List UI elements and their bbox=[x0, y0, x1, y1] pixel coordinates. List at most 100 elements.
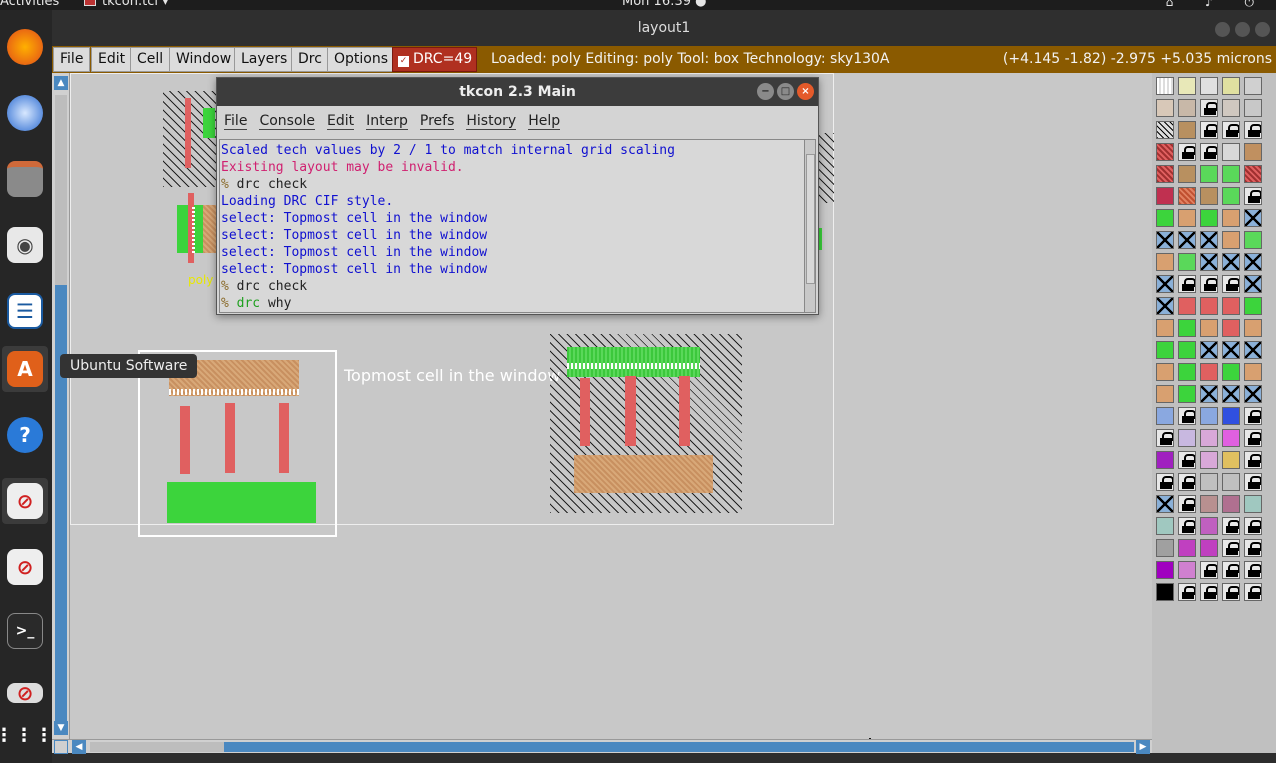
layer-swatch[interactable] bbox=[1200, 165, 1218, 183]
layer-swatch[interactable] bbox=[1156, 143, 1174, 161]
files-launcher[interactable] bbox=[2, 156, 48, 202]
layer-swatch[interactable] bbox=[1244, 143, 1262, 161]
layer-swatch[interactable] bbox=[1156, 297, 1174, 315]
horizontal-scrollbar[interactable]: ◀ ▶ bbox=[52, 739, 1152, 754]
layer-swatch[interactable] bbox=[1156, 495, 1174, 513]
layer-swatch[interactable] bbox=[1156, 209, 1174, 227]
layer-swatch[interactable] bbox=[1244, 473, 1262, 491]
scroll-left-arrow-icon[interactable]: ◀ bbox=[72, 740, 86, 754]
layer-swatch[interactable] bbox=[1244, 385, 1262, 403]
layer-swatch[interactable] bbox=[1178, 363, 1196, 381]
tkcon-menu-prefs[interactable]: Prefs bbox=[419, 114, 455, 130]
layer-swatch[interactable] bbox=[1200, 143, 1218, 161]
scroll-right-arrow-icon[interactable]: ▶ bbox=[1136, 740, 1150, 754]
layer-swatch[interactable] bbox=[1222, 187, 1240, 205]
zoom-box-icon[interactable] bbox=[54, 740, 68, 754]
poly-gate[interactable] bbox=[580, 378, 590, 446]
scroll-down-arrow-icon[interactable]: ▼ bbox=[54, 721, 68, 735]
close-button[interactable] bbox=[1255, 22, 1270, 37]
layer-swatch[interactable] bbox=[1156, 253, 1174, 271]
layer-swatch[interactable] bbox=[1200, 495, 1218, 513]
layer-swatch[interactable] bbox=[1156, 539, 1174, 557]
layer-swatch[interactable] bbox=[1244, 297, 1262, 315]
layer-swatch[interactable] bbox=[1244, 495, 1262, 513]
minimize-button[interactable] bbox=[1215, 22, 1230, 37]
layer-swatch[interactable] bbox=[1200, 429, 1218, 447]
layer-swatch[interactable] bbox=[1222, 429, 1240, 447]
layer-swatch[interactable] bbox=[1156, 231, 1174, 249]
app-menu[interactable]: tkcon.tcl ▾ bbox=[102, 0, 169, 9]
layer-swatch[interactable] bbox=[1178, 209, 1196, 227]
layer-swatch[interactable] bbox=[1222, 363, 1240, 381]
drc-count-toggle[interactable]: ✓ DRC=49 bbox=[392, 47, 478, 72]
layer-swatch[interactable] bbox=[1222, 253, 1240, 271]
poly-gate[interactable] bbox=[180, 406, 190, 474]
poly-gate[interactable] bbox=[225, 403, 235, 473]
scroll-up-arrow-icon[interactable]: ▲ bbox=[54, 76, 68, 90]
layer-swatch[interactable] bbox=[1244, 341, 1262, 359]
layer-swatch[interactable] bbox=[1244, 187, 1262, 205]
layer-swatch[interactable] bbox=[1222, 407, 1240, 425]
layer-swatch[interactable] bbox=[1200, 517, 1218, 535]
tkcon-menu-edit[interactable]: Edit bbox=[327, 114, 355, 130]
layer-swatch[interactable] bbox=[1156, 121, 1174, 139]
contact-row[interactable] bbox=[567, 363, 700, 369]
layer-swatch[interactable] bbox=[1244, 561, 1262, 579]
layer-swatch[interactable] bbox=[1222, 209, 1240, 227]
activities-button[interactable]: Activities bbox=[0, 0, 59, 9]
layer-swatch[interactable] bbox=[1178, 429, 1196, 447]
layer-swatch[interactable] bbox=[1200, 319, 1218, 337]
tkcon-menu-file[interactable]: File bbox=[224, 114, 248, 130]
scroll-thumb[interactable] bbox=[55, 285, 67, 725]
contact[interactable] bbox=[192, 205, 195, 253]
layer-swatch[interactable] bbox=[1178, 539, 1196, 557]
layer-swatch[interactable] bbox=[1156, 517, 1174, 535]
layer-swatch[interactable] bbox=[1178, 407, 1196, 425]
layer-swatch[interactable] bbox=[1222, 385, 1240, 403]
thunderbird-launcher[interactable] bbox=[2, 90, 48, 136]
layer-swatch[interactable] bbox=[1222, 297, 1240, 315]
layer-swatch[interactable] bbox=[1178, 583, 1196, 601]
poly-gate[interactable] bbox=[185, 98, 191, 168]
app-launcher-1[interactable]: ⊘ bbox=[2, 478, 48, 524]
menu-file[interactable]: File bbox=[53, 47, 91, 72]
layer-swatch[interactable] bbox=[1244, 121, 1262, 139]
layer-swatch[interactable] bbox=[1178, 341, 1196, 359]
layer-swatch[interactable] bbox=[1222, 539, 1240, 557]
layer-swatch[interactable] bbox=[1178, 319, 1196, 337]
console-scroll-thumb[interactable] bbox=[806, 154, 815, 284]
close-icon[interactable]: × bbox=[797, 83, 814, 100]
layer-swatch[interactable] bbox=[1178, 495, 1196, 513]
maximize-button[interactable] bbox=[1235, 22, 1250, 37]
layer-swatch[interactable] bbox=[1156, 77, 1174, 95]
layer-swatch[interactable] bbox=[1178, 297, 1196, 315]
layer-swatch[interactable] bbox=[1200, 407, 1218, 425]
minimize-icon[interactable]: − bbox=[757, 83, 774, 100]
layer-swatch[interactable] bbox=[1178, 187, 1196, 205]
layer-swatch[interactable] bbox=[1156, 385, 1174, 403]
layer-swatch[interactable] bbox=[1178, 517, 1196, 535]
app-launcher-3[interactable]: ⊘ bbox=[2, 670, 48, 716]
layer-swatch[interactable] bbox=[1222, 341, 1240, 359]
layer-swatch[interactable] bbox=[1156, 363, 1174, 381]
menu-options[interactable]: Options bbox=[327, 47, 396, 72]
show-apps-button[interactable]: ⋮⋮⋮ bbox=[0, 712, 53, 758]
layer-swatch[interactable] bbox=[1156, 583, 1174, 601]
ndiff[interactable] bbox=[567, 347, 700, 377]
layer-swatch[interactable] bbox=[1200, 231, 1218, 249]
layer-swatch[interactable] bbox=[1156, 275, 1174, 293]
layer-swatch[interactable] bbox=[1156, 187, 1174, 205]
layer-swatch[interactable] bbox=[1178, 451, 1196, 469]
ndiff[interactable] bbox=[203, 205, 217, 253]
layer-swatch[interactable] bbox=[1244, 451, 1262, 469]
menu-window[interactable]: Window bbox=[169, 47, 239, 72]
tkcon-menu-history[interactable]: History bbox=[466, 114, 517, 130]
menu-cell[interactable]: Cell bbox=[130, 47, 171, 72]
layer-swatch[interactable] bbox=[1222, 143, 1240, 161]
layer-swatch[interactable] bbox=[1222, 451, 1240, 469]
writer-launcher[interactable]: ☰ bbox=[2, 288, 48, 334]
tkcon-menu-interp[interactable]: Interp bbox=[366, 114, 408, 130]
layer-swatch[interactable] bbox=[1244, 583, 1262, 601]
rhythmbox-launcher[interactable]: ◉ bbox=[2, 222, 48, 268]
layer-swatch[interactable] bbox=[1200, 385, 1218, 403]
